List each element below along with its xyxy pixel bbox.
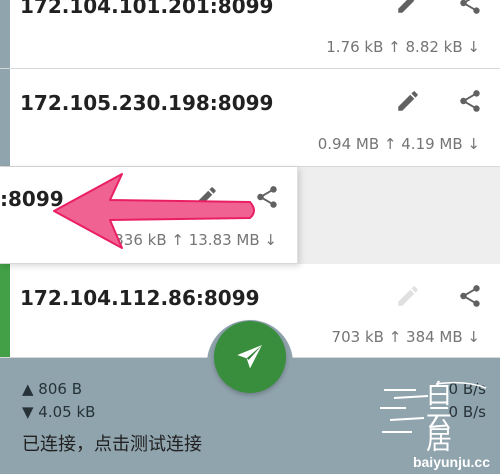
- server-card[interactable]: 172.104.101.201:8099 1.76 kB ↑ 8.82 kB ↓: [0, 0, 500, 69]
- watermark-glyph: 居: [426, 426, 453, 456]
- server-card[interactable]: 172.105.230.198:8099 0.94 MB ↑ 4.19 MB ↓: [0, 69, 500, 167]
- server-address: 172.105.230.198:8099: [20, 91, 274, 115]
- upload-total: ▲ 806 B: [22, 380, 82, 398]
- server-traffic: 1.76 kB ↑ 8.82 kB ↓: [326, 38, 480, 56]
- server-status-stripe: [0, 69, 10, 166]
- arrow-annotation: [53, 173, 255, 249]
- edit-icon[interactable]: [395, 0, 421, 16]
- connect-fab-button[interactable]: [214, 321, 286, 393]
- server-status-stripe: [0, 264, 10, 357]
- connection-status-text[interactable]: 已连接，点击测试连接: [22, 430, 202, 456]
- share-icon[interactable]: [457, 88, 483, 114]
- server-address: 172.104.101.201:8099: [20, 0, 274, 18]
- server-traffic: 0.94 MB ↑ 4.19 MB ↓: [317, 135, 480, 153]
- server-traffic: 703 kB ↑ 384 MB ↓: [331, 328, 480, 346]
- download-total: ▼ 4.05 kB: [22, 403, 96, 421]
- share-icon[interactable]: [457, 283, 483, 309]
- edit-icon: [398, 286, 418, 306]
- server-address: 172.104.112.86:8099: [20, 286, 260, 310]
- watermark-url: baiyunju.cc: [412, 454, 490, 470]
- screen: 172.104.101.201:8099 1.76 kB ↑ 8.82 kB ↓…: [0, 0, 500, 474]
- share-icon[interactable]: [457, 0, 483, 16]
- send-icon: [237, 345, 262, 369]
- server-status-stripe: [0, 0, 10, 68]
- edit-icon[interactable]: [395, 88, 421, 114]
- watermark-logo: 白 云 居 baiyunju.cc: [376, 380, 496, 472]
